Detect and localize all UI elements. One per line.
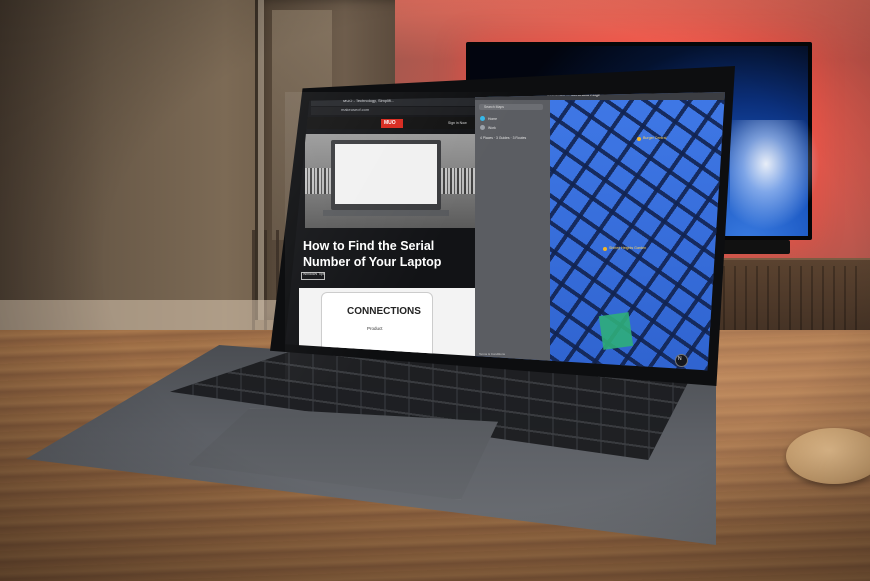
sidebar-item-work: Work xyxy=(488,126,496,130)
connections-title: CONNECTIONS xyxy=(347,306,421,317)
tv-earth-clouds xyxy=(730,120,820,230)
connections-subtitle: Product xyxy=(367,326,383,331)
hero-laptop-base xyxy=(323,210,449,216)
poi-pin-icon xyxy=(637,137,641,141)
home-icon xyxy=(480,116,485,121)
park-area xyxy=(598,312,634,350)
sign-in-link: Sign in Now xyxy=(448,121,467,125)
sidebar-summary: 4 Places · 3 Guides · 3 Routes xyxy=(480,136,527,140)
poi-label-2: Shirley Heights Garden xyxy=(609,246,647,250)
address-bar xyxy=(311,107,475,115)
poi-label-1: Burger Central xyxy=(643,136,667,140)
soundbar xyxy=(720,240,790,254)
maps-footer: Terms & Conditions xyxy=(479,352,506,356)
category-tag-label: Windows Tips xyxy=(303,272,325,276)
hero-laptop-screen xyxy=(335,144,437,204)
sidebar-item-home: Home xyxy=(488,117,498,121)
compass-label: N xyxy=(678,356,682,362)
article-headline: How to Find the Serial Number of Your La… xyxy=(303,239,442,269)
poi-pin-icon xyxy=(603,247,607,251)
work-icon xyxy=(480,125,485,130)
logo-text: MUO xyxy=(384,120,396,126)
photo-scene: MUO - Technology, Simplifi... makeuseof.… xyxy=(0,0,870,581)
maps-search-placeholder: Search Maps xyxy=(484,104,504,109)
url-text: makeuseof.com xyxy=(341,107,370,112)
laptop-screen: MUO - Technology, Simplifi... makeuseof.… xyxy=(285,92,725,371)
